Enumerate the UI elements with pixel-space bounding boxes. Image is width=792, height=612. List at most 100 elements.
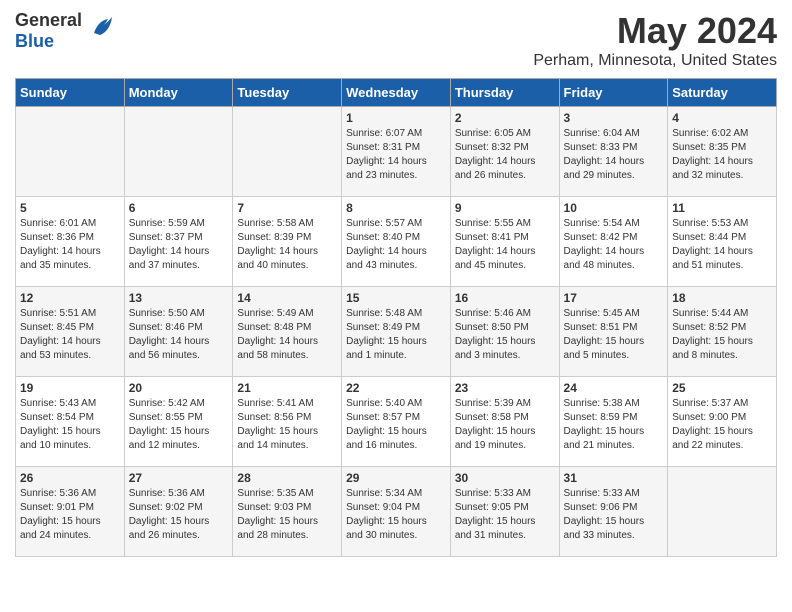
calendar-table: SundayMondayTuesdayWednesdayThursdayFrid… bbox=[15, 78, 777, 557]
cell-content: Sunrise: 5:58 AM Sunset: 8:39 PM Dayligh… bbox=[237, 217, 337, 273]
weekday-header-saturday: Saturday bbox=[668, 79, 777, 107]
cell-content: Sunrise: 5:49 AM Sunset: 8:48 PM Dayligh… bbox=[237, 307, 337, 363]
cell-content: Sunrise: 5:59 AM Sunset: 8:37 PM Dayligh… bbox=[129, 217, 229, 273]
calendar-cell: 23 Sunrise: 5:39 AM Sunset: 8:58 PM Dayli… bbox=[450, 377, 559, 467]
calendar-cell: 24Sunrise: 5:38 AM Sunset: 8:59 PM Dayli… bbox=[559, 377, 668, 467]
day-number: 16 bbox=[455, 291, 555, 305]
subtitle: Perham, Minnesota, United States bbox=[533, 52, 777, 70]
calendar-week-row: 5 Sunrise: 6:01 AM Sunset: 8:36 PM Daylig… bbox=[16, 197, 777, 287]
calendar-cell: 21Sunrise: 5:41 AM Sunset: 8:56 PM Dayli… bbox=[233, 377, 342, 467]
main-title: May 2024 bbox=[533, 10, 777, 52]
cell-content: Sunrise: 5:44 AM Sunset: 8:52 PM Dayligh… bbox=[672, 307, 772, 363]
cell-content: Sunrise: 5:34 AM Sunset: 9:04 PM Dayligh… bbox=[346, 487, 446, 543]
cell-content: Sunrise: 6:02 AM Sunset: 8:35 PM Dayligh… bbox=[672, 127, 772, 183]
cell-content: Sunrise: 5:35 AM Sunset: 9:03 PM Dayligh… bbox=[237, 487, 337, 543]
cell-content: Sunrise: 6:07 AM Sunset: 8:31 PM Dayligh… bbox=[346, 127, 446, 183]
cell-content: Sunrise: 6:01 AM Sunset: 8:36 PM Dayligh… bbox=[20, 217, 120, 273]
day-number: 22 bbox=[346, 381, 446, 395]
day-number: 4 bbox=[672, 111, 772, 125]
calendar-cell: 8Sunrise: 5:57 AM Sunset: 8:40 PM Daylig… bbox=[342, 197, 451, 287]
cell-content: Sunrise: 5:39 AM Sunset: 8:58 PM Dayligh… bbox=[455, 397, 555, 453]
calendar-cell: 11Sunrise: 5:53 AM Sunset: 8:44 PM Dayli… bbox=[668, 197, 777, 287]
day-number: 31 bbox=[564, 471, 664, 485]
logo-blue-text: Blue bbox=[15, 31, 54, 51]
calendar-cell: 16 Sunrise: 5:46 AM Sunset: 8:50 PM Dayli… bbox=[450, 287, 559, 377]
day-number: 5 bbox=[20, 201, 120, 215]
calendar-cell bbox=[124, 107, 233, 197]
title-area: May 2024 Perham, Minnesota, United State… bbox=[533, 10, 777, 70]
day-number: 28 bbox=[237, 471, 337, 485]
day-number: 2 bbox=[455, 111, 555, 125]
day-number: 29 bbox=[346, 471, 446, 485]
day-number: 7 bbox=[237, 201, 337, 215]
day-number: 9 bbox=[455, 201, 555, 215]
weekday-header-thursday: Thursday bbox=[450, 79, 559, 107]
day-number: 1 bbox=[346, 111, 446, 125]
calendar-cell: 22 Sunrise: 5:40 AM Sunset: 8:57 PM Dayli… bbox=[342, 377, 451, 467]
cell-content: Sunrise: 5:55 AM Sunset: 8:41 PM Dayligh… bbox=[455, 217, 555, 273]
calendar-cell: 9 Sunrise: 5:55 AM Sunset: 8:41 PM Daylig… bbox=[450, 197, 559, 287]
cell-content: Sunrise: 6:04 AM Sunset: 8:33 PM Dayligh… bbox=[564, 127, 664, 183]
cell-content: Sunrise: 5:50 AM Sunset: 8:46 PM Dayligh… bbox=[129, 307, 229, 363]
day-number: 6 bbox=[129, 201, 229, 215]
day-number: 19 bbox=[20, 381, 120, 395]
cell-content: Sunrise: 5:40 AM Sunset: 8:57 PM Dayligh… bbox=[346, 397, 446, 453]
calendar-cell: 6 Sunrise: 5:59 AM Sunset: 8:37 PM Daylig… bbox=[124, 197, 233, 287]
calendar-cell: 30 Sunrise: 5:33 AM Sunset: 9:05 PM Dayli… bbox=[450, 467, 559, 557]
calendar-cell: 14 Sunrise: 5:49 AM Sunset: 8:48 PM Dayli… bbox=[233, 287, 342, 377]
calendar-cell: 31 Sunrise: 5:33 AM Sunset: 9:06 PM Dayli… bbox=[559, 467, 668, 557]
logo-bird-icon bbox=[86, 13, 116, 49]
calendar-cell: 19 Sunrise: 5:43 AM Sunset: 8:54 PM Dayli… bbox=[16, 377, 125, 467]
calendar-cell: 20Sunrise: 5:42 AM Sunset: 8:55 PM Dayli… bbox=[124, 377, 233, 467]
cell-content: Sunrise: 5:57 AM Sunset: 8:40 PM Dayligh… bbox=[346, 217, 446, 273]
day-number: 3 bbox=[564, 111, 664, 125]
calendar-cell: 17 Sunrise: 5:45 AM Sunset: 8:51 PM Dayli… bbox=[559, 287, 668, 377]
cell-content: Sunrise: 5:33 AM Sunset: 9:06 PM Dayligh… bbox=[564, 487, 664, 543]
calendar-cell bbox=[233, 107, 342, 197]
calendar-week-row: 19 Sunrise: 5:43 AM Sunset: 8:54 PM Dayli… bbox=[16, 377, 777, 467]
calendar-cell: 12Sunrise: 5:51 AM Sunset: 8:45 PM Dayli… bbox=[16, 287, 125, 377]
cell-content: Sunrise: 5:46 AM Sunset: 8:50 PM Dayligh… bbox=[455, 307, 555, 363]
day-number: 10 bbox=[564, 201, 664, 215]
weekday-header-wednesday: Wednesday bbox=[342, 79, 451, 107]
day-number: 25 bbox=[672, 381, 772, 395]
weekday-header-friday: Friday bbox=[559, 79, 668, 107]
day-number: 12 bbox=[20, 291, 120, 305]
day-number: 18 bbox=[672, 291, 772, 305]
calendar-cell: 15Sunrise: 5:48 AM Sunset: 8:49 PM Dayli… bbox=[342, 287, 451, 377]
calendar-cell: 18 Sunrise: 5:44 AM Sunset: 8:52 PM Dayli… bbox=[668, 287, 777, 377]
calendar-cell: 7 Sunrise: 5:58 AM Sunset: 8:39 PM Daylig… bbox=[233, 197, 342, 287]
cell-content: Sunrise: 6:05 AM Sunset: 8:32 PM Dayligh… bbox=[455, 127, 555, 183]
day-number: 30 bbox=[455, 471, 555, 485]
cell-content: Sunrise: 5:45 AM Sunset: 8:51 PM Dayligh… bbox=[564, 307, 664, 363]
day-number: 20 bbox=[129, 381, 229, 395]
calendar-week-row: 1 Sunrise: 6:07 AM Sunset: 8:31 PM Daylig… bbox=[16, 107, 777, 197]
calendar-cell bbox=[16, 107, 125, 197]
logo: General Blue bbox=[15, 10, 116, 52]
calendar-cell: 26 Sunrise: 5:36 AM Sunset: 9:01 PM Dayli… bbox=[16, 467, 125, 557]
calendar-cell: 29 Sunrise: 5:34 AM Sunset: 9:04 PM Dayli… bbox=[342, 467, 451, 557]
day-number: 27 bbox=[129, 471, 229, 485]
cell-content: Sunrise: 5:43 AM Sunset: 8:54 PM Dayligh… bbox=[20, 397, 120, 453]
day-number: 23 bbox=[455, 381, 555, 395]
calendar-cell: 10Sunrise: 5:54 AM Sunset: 8:42 PM Dayli… bbox=[559, 197, 668, 287]
day-number: 26 bbox=[20, 471, 120, 485]
calendar-cell: 1 Sunrise: 6:07 AM Sunset: 8:31 PM Daylig… bbox=[342, 107, 451, 197]
day-number: 21 bbox=[237, 381, 337, 395]
day-number: 13 bbox=[129, 291, 229, 305]
day-number: 14 bbox=[237, 291, 337, 305]
cell-content: Sunrise: 5:36 AM Sunset: 9:02 PM Dayligh… bbox=[129, 487, 229, 543]
cell-content: Sunrise: 5:37 AM Sunset: 9:00 PM Dayligh… bbox=[672, 397, 772, 453]
cell-content: Sunrise: 5:48 AM Sunset: 8:49 PM Dayligh… bbox=[346, 307, 446, 363]
calendar-cell bbox=[668, 467, 777, 557]
calendar-cell: 28 Sunrise: 5:35 AM Sunset: 9:03 PM Dayli… bbox=[233, 467, 342, 557]
calendar-cell: 25 Sunrise: 5:37 AM Sunset: 9:00 PM Dayli… bbox=[668, 377, 777, 467]
calendar-cell: 27 Sunrise: 5:36 AM Sunset: 9:02 PM Dayli… bbox=[124, 467, 233, 557]
calendar-cell: 4 Sunrise: 6:02 AM Sunset: 8:35 PM Daylig… bbox=[668, 107, 777, 197]
day-number: 17 bbox=[564, 291, 664, 305]
weekday-header-tuesday: Tuesday bbox=[233, 79, 342, 107]
cell-content: Sunrise: 5:33 AM Sunset: 9:05 PM Dayligh… bbox=[455, 487, 555, 543]
header: General Blue May 2024 Perham, Minnesota,… bbox=[15, 10, 777, 70]
cell-content: Sunrise: 5:36 AM Sunset: 9:01 PM Dayligh… bbox=[20, 487, 120, 543]
calendar-cell: 3 Sunrise: 6:04 AM Sunset: 8:33 PM Daylig… bbox=[559, 107, 668, 197]
